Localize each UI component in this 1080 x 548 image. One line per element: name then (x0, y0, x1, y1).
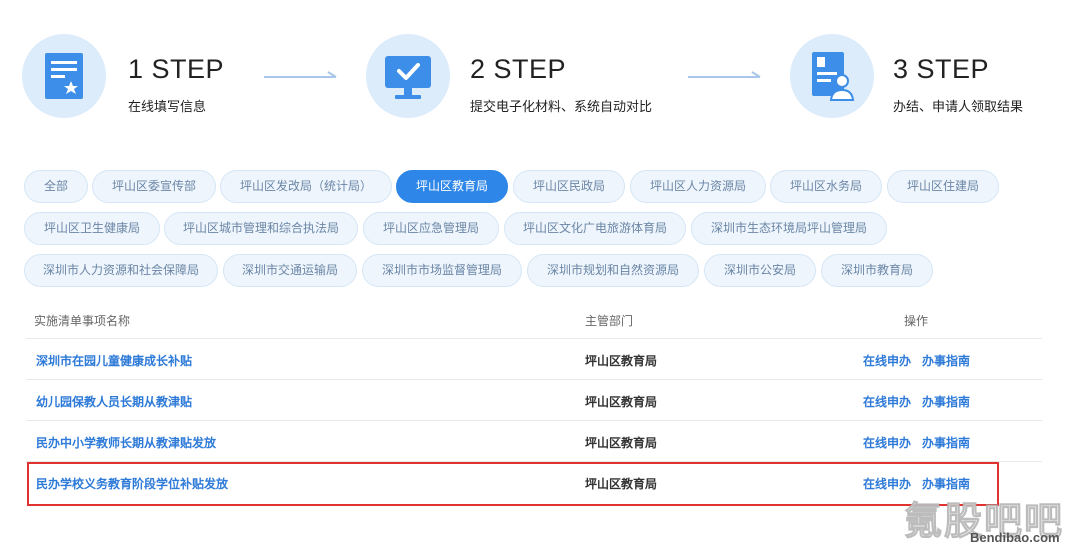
apply-online-link[interactable]: 在线申办 (863, 393, 911, 410)
arrow-right-icon (688, 71, 761, 78)
apply-online-link[interactable]: 在线申办 (863, 434, 911, 451)
tag-pingshan-civil-affairs[interactable]: 坪山区民政局 (513, 170, 625, 203)
tag-shenzhen-market-supervision[interactable]: 深圳市市场监督管理局 (362, 254, 522, 287)
divider (26, 420, 1042, 421)
tag-pingshan-education[interactable]: 坪山区教育局 (396, 170, 508, 203)
monitor-check-icon (385, 56, 431, 99)
tag-shenzhen-education[interactable]: 深圳市教育局 (821, 254, 933, 287)
header-operations: 操作 (904, 314, 929, 328)
tag-pingshan-housing[interactable]: 坪山区住建局 (887, 170, 999, 203)
apply-online-link[interactable]: 在线申办 (863, 352, 911, 369)
tag-shenzhen-transport[interactable]: 深圳市交通运输局 (223, 254, 357, 287)
tag-pingshan-water[interactable]: 坪山区水务局 (770, 170, 882, 203)
tag-pingshan-urban-management[interactable]: 坪山区城市管理和综合执法局 (164, 212, 358, 245)
tag-pingshan-human-resources[interactable]: 坪山区人力资源局 (630, 170, 766, 203)
step-1-number: 1 STEP (128, 54, 225, 84)
item-department: 坪山区教育局 (585, 354, 658, 368)
item-department: 坪山区教育局 (585, 436, 658, 450)
tag-pingshan-culture-sports[interactable]: 坪山区文化广电旅游体育局 (504, 212, 686, 245)
tag-shenzhen-planning[interactable]: 深圳市规划和自然资源局 (527, 254, 699, 287)
tag-pingshan-emergency[interactable]: 坪山区应急管理局 (363, 212, 499, 245)
divider (26, 379, 1042, 380)
tag-pingshan-development[interactable]: 坪山区发改局（统计局） (220, 170, 392, 203)
form-edit-icon (45, 53, 83, 99)
service-guide-link[interactable]: 办事指南 (922, 393, 970, 410)
header-item-name: 实施清单事项名称 (34, 314, 131, 328)
arrow-right-icon (264, 71, 337, 78)
highlight-box (27, 462, 999, 506)
step-3-circle (790, 34, 874, 118)
item-department: 坪山区教育局 (585, 395, 658, 409)
step-2-circle (366, 34, 450, 118)
watermark-url: Bendibao.com (970, 530, 1060, 545)
header-department: 主管部门 (585, 314, 634, 328)
service-guide-link[interactable]: 办事指南 (922, 434, 970, 451)
step-3-desc: 办结、申请人领取结果 (893, 100, 1024, 115)
item-name-link[interactable]: 深圳市在园儿童健康成长补贴 (36, 352, 192, 369)
item-name-link[interactable]: 民办中小学教师长期从教津贴发放 (36, 434, 216, 451)
tag-all[interactable]: 全部 (24, 170, 88, 203)
tag-shenzhen-police[interactable]: 深圳市公安局 (704, 254, 816, 287)
step-2-desc: 提交电子化材料、系统自动对比 (470, 100, 653, 115)
steps-bar: 1 STEP 在线填写信息 2 STEP 提交电子化材料、系统自动对比 3 ST… (0, 0, 1080, 150)
divider (26, 338, 1042, 339)
service-guide-link[interactable]: 办事指南 (922, 352, 970, 369)
tag-shenzhen-social-security[interactable]: 深圳市人力资源和社会保障局 (24, 254, 218, 287)
tag-pingshan-health[interactable]: 坪山区卫生健康局 (24, 212, 160, 245)
certificate-user-icon (812, 52, 855, 101)
step-2-number: 2 STEP (470, 54, 567, 84)
step-1-circle (22, 34, 106, 118)
step-3-number: 3 STEP (893, 54, 990, 84)
tag-shenzhen-ecology[interactable]: 深圳市生态环境局坪山管理局 (691, 212, 887, 245)
tag-pingshan-publicity[interactable]: 坪山区委宣传部 (92, 170, 216, 203)
step-1-desc: 在线填写信息 (128, 100, 207, 115)
item-name-link[interactable]: 幼儿园保教人员长期从教津贴 (36, 393, 192, 410)
